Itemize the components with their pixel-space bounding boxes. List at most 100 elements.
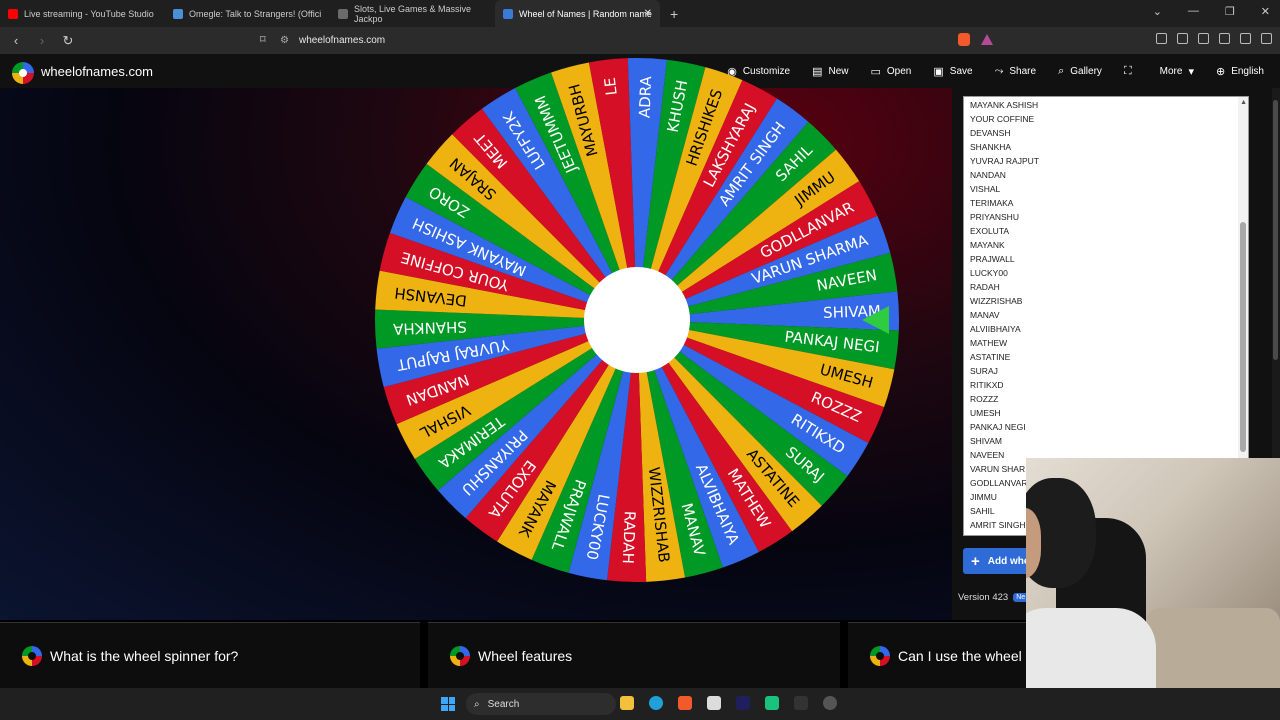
wheel-container[interactable]: SHIVAM PANKAJ NEGI UMESH ROZZZ RITIKXD SURAJ A… xyxy=(372,55,902,585)
tab-slots[interactable]: Slots, Live Games & Massive Jackpo xyxy=(330,0,495,27)
close-window-icon[interactable]: ✕ xyxy=(1261,5,1270,18)
tab-title: Omegle: Talk to Strangers! (Offici xyxy=(189,8,322,19)
wheel-segment-label: ADRA xyxy=(636,75,656,118)
green-app-icon[interactable] xyxy=(765,696,779,710)
menu-item-label: Share xyxy=(1009,65,1037,77)
wheel-logo-icon[interactable] xyxy=(12,62,34,84)
faq-title: Wheel features xyxy=(478,647,573,664)
menu-item-share[interactable]: ⤳ Share xyxy=(995,65,1037,78)
site-info-icon[interactable]: ⚙ xyxy=(280,35,289,46)
share-icon: ⤳ xyxy=(994,64,1004,77)
file-explorer-icon[interactable] xyxy=(620,696,634,710)
taskbar-apps xyxy=(620,696,837,710)
faq-card-usage[interactable]: Can I use the wheel xyxy=(848,622,1028,688)
entry-name: WIZZRISHAB xyxy=(970,296,1023,306)
menu-item-save[interactable]: ▣ Save xyxy=(933,65,972,78)
menu-item-english[interactable]: ⊕ English xyxy=(1216,65,1264,78)
browser-menu-icon[interactable] xyxy=(1261,33,1272,44)
entry-name: EXOLUTA xyxy=(970,226,1010,236)
bookmark-icon[interactable]: ⌑ xyxy=(260,33,266,46)
webcam-overlay xyxy=(1026,458,1280,688)
entry-name: YUVRAJ RAJPUT xyxy=(970,156,1039,166)
site-name[interactable]: wheelofnames.com xyxy=(41,64,153,79)
menu-item-gallery[interactable]: ⌕ Gallery xyxy=(1058,65,1102,78)
os-taskbar: ⌕ Search xyxy=(0,688,1280,720)
entry-name: VISHAL xyxy=(970,184,1001,194)
entries-scroll-thumb[interactable] xyxy=(1240,222,1246,452)
page-scroll-thumb[interactable] xyxy=(1273,100,1278,360)
tab-youtube-studio[interactable]: Live streaming - YouTube Studio xyxy=(0,0,165,27)
wheel[interactable]: SHIVAMPANKAJ NEGIUMESHROZZZRITIKXDSURAJA… xyxy=(372,55,902,585)
wallet-icon[interactable] xyxy=(1198,33,1209,44)
wheel-center-button[interactable] xyxy=(584,267,690,373)
wheel-segment-label: LE xyxy=(601,77,621,97)
restore-icon[interactable]: ❐ xyxy=(1225,5,1235,18)
entry-name: MATHEW xyxy=(970,338,1008,348)
tab-title: Wheel of Names | Random name xyxy=(519,8,652,19)
version-info[interactable]: Version 423 Ne xyxy=(958,592,1029,603)
brave-rewards-icon[interactable] xyxy=(981,34,993,45)
faq-card-purpose[interactable]: What is the wheel spinner for? xyxy=(0,622,420,688)
entry-name: MANAV xyxy=(970,310,1000,320)
after-effects-icon[interactable] xyxy=(736,696,750,710)
webcam-sofa xyxy=(1146,608,1280,688)
tab-title: Live streaming - YouTube Studio xyxy=(24,8,154,19)
extension-icons xyxy=(1156,33,1272,44)
terminal-icon[interactable] xyxy=(794,696,808,710)
url-text: wheelofnames.com xyxy=(298,35,386,46)
wheel-segment-label: SHANKHA xyxy=(392,317,467,338)
entry-name: ALVIIBHAIYA xyxy=(970,324,1021,334)
entry-name: RITIKXD xyxy=(970,380,1004,390)
entry-name: LUCKY00 xyxy=(970,268,1008,278)
tab-omegle[interactable]: Omegle: Talk to Strangers! (Offici xyxy=(165,0,330,27)
slots-icon xyxy=(338,8,348,19)
taskbar-search[interactable]: ⌕ Search xyxy=(466,693,616,715)
tab-search-icon[interactable]: ⌄ xyxy=(1153,5,1162,18)
leo-icon[interactable] xyxy=(1219,33,1230,44)
window-controls: ⌄ — ❐ ✕ xyxy=(1153,5,1270,18)
back-icon[interactable]: ‹ xyxy=(6,33,26,48)
taskbar-search-label: Search xyxy=(487,698,520,710)
globe-icon: ⊕ xyxy=(1215,65,1226,78)
brave-icon[interactable] xyxy=(678,696,692,710)
entry-name: DEVANSH xyxy=(970,128,1011,138)
youtube-icon xyxy=(8,8,18,19)
menu-item-label: English xyxy=(1231,65,1264,77)
fullscreen-icon: ⛶ xyxy=(1123,64,1132,77)
menu-item-label: Save xyxy=(949,65,973,77)
close-tab-icon[interactable]: ✕ xyxy=(644,8,652,19)
faq-card-features[interactable]: Wheel features xyxy=(428,622,840,688)
tab-wheel-of-names[interactable]: Wheel of Names | Random name ✕ xyxy=(495,0,660,27)
chevron-down-icon: ▾ xyxy=(1188,65,1194,78)
entry-name: SURAJ xyxy=(970,366,998,376)
menu-item-label: Gallery xyxy=(1070,65,1102,77)
entry-name: MAYANK xyxy=(970,240,1005,250)
omegle-icon xyxy=(173,8,183,19)
entry-name: RADAH xyxy=(970,282,1000,292)
reload-icon[interactable]: ↻ xyxy=(58,33,78,49)
search-icon: ⌕ xyxy=(474,698,480,710)
entry-name: PRAJWALL xyxy=(970,254,1015,264)
entry-name: UMESH xyxy=(970,408,1001,418)
windows-start-icon[interactable] xyxy=(441,697,455,711)
minimize-icon[interactable]: — xyxy=(1188,5,1199,18)
entry-name: YOUR COFFINE xyxy=(970,114,1035,124)
new-tab-icon[interactable]: + xyxy=(670,6,678,22)
forward-icon[interactable]: › xyxy=(32,33,52,48)
address-bar[interactable]: ⚙ wheelofnames.com xyxy=(280,30,1000,51)
faq-title: Can I use the wheel xyxy=(898,647,1022,664)
scroll-up-icon[interactable]: ▲ xyxy=(1240,99,1247,106)
store-icon[interactable] xyxy=(707,696,721,710)
extensions-icon[interactable] xyxy=(1156,33,1167,44)
webcam-person-shirt xyxy=(1026,608,1156,688)
vpn-icon[interactable] xyxy=(1240,33,1251,44)
wheel-logo-icon xyxy=(450,645,470,666)
brave-shields-icon[interactable] xyxy=(958,33,970,46)
edge-icon[interactable] xyxy=(649,696,663,710)
sidebar-icon[interactable] xyxy=(1177,33,1188,44)
entry-name: TERIMAKA xyxy=(970,198,1014,208)
menu-item-fullscreen[interactable]: ⛶ xyxy=(1124,65,1138,78)
obs-icon[interactable] xyxy=(823,696,837,710)
menu-item-more[interactable]: More ▾ xyxy=(1160,65,1194,78)
wheel-of-names-icon xyxy=(503,8,513,19)
